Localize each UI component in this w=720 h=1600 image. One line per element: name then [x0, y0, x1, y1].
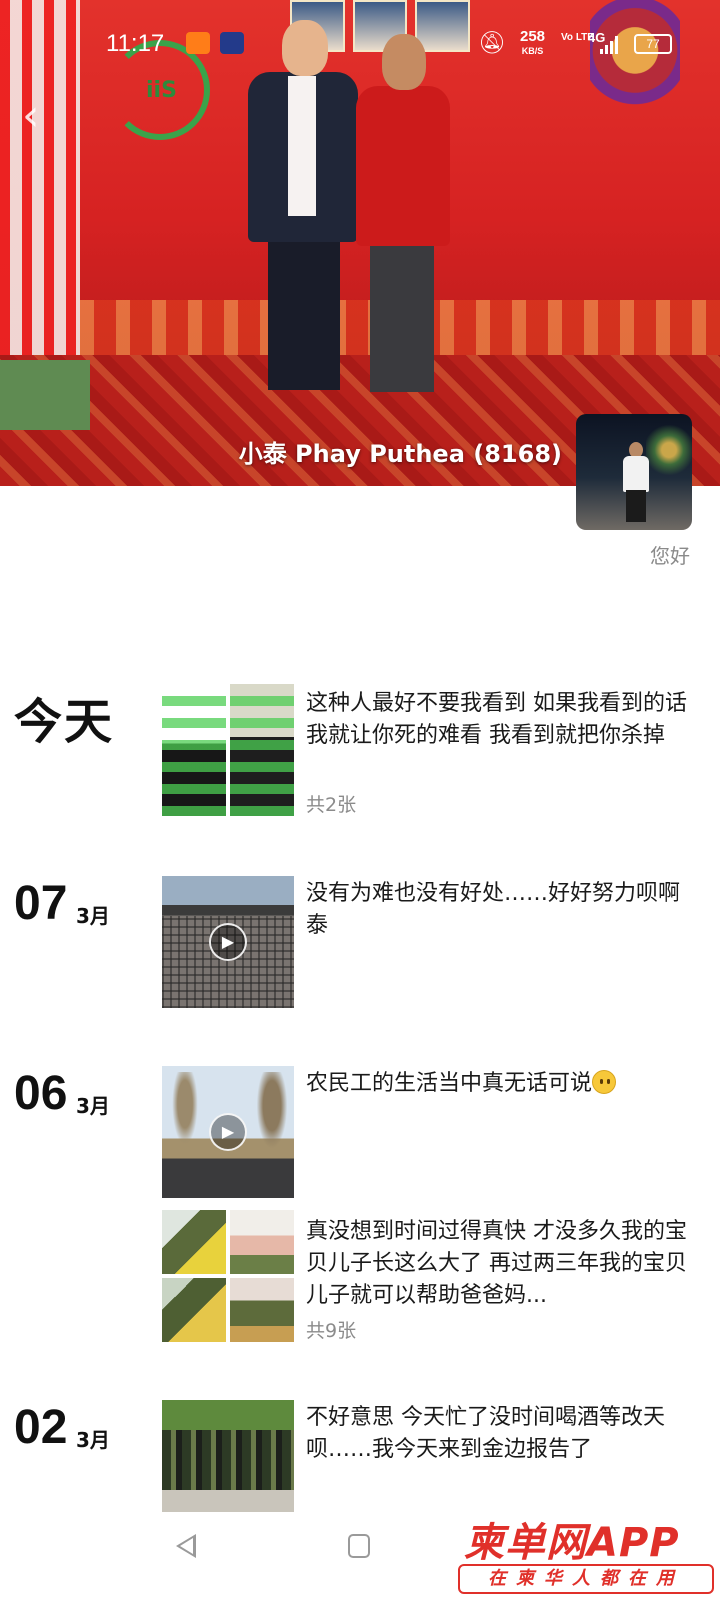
signal-icon	[600, 36, 622, 54]
play-icon: ▶	[209, 1113, 247, 1151]
post-thumbnail[interactable]	[162, 1400, 294, 1512]
avatar[interactable]	[576, 414, 692, 530]
back-icon[interactable]: ‹	[22, 90, 40, 141]
play-icon: ▶	[209, 923, 247, 961]
date-day: 07	[14, 877, 68, 930]
cover-person-suit	[244, 20, 362, 398]
post-thumbnail[interactable]	[230, 684, 294, 816]
post-thumbnail	[230, 1278, 294, 1342]
post-text[interactable]: 这种人最好不要我看到 如果我看到的话我就让你死的难看 我看到就把你杀掉	[306, 688, 698, 752]
date-day: 06	[14, 1067, 68, 1120]
watermark-slogan: 在柬华人都在用	[458, 1564, 714, 1594]
status-time: 11:17	[106, 30, 165, 57]
post-thumbnail[interactable]	[162, 684, 226, 816]
photo-grid[interactable]	[162, 1210, 294, 1342]
cover-grass	[0, 360, 90, 430]
photo-count: 共9张	[306, 1320, 357, 1342]
date-month: 3月	[76, 1428, 110, 1452]
nav-back-icon[interactable]	[176, 1534, 196, 1558]
cover-person-red-shirt	[356, 34, 450, 400]
post-text[interactable]: 真没想到时间过得真快 才没多久我的宝贝儿子长这么大了 再过两三年我的宝贝儿子就可…	[306, 1216, 698, 1312]
battery-icon: 77	[634, 34, 672, 54]
post-text[interactable]: 没有为难也没有好处……好好努力呗啊泰	[306, 878, 698, 942]
post-thumbnail	[162, 1278, 226, 1342]
photo-count: 共2张	[306, 794, 357, 816]
date-label: 今天	[14, 694, 115, 750]
video-thumbnail[interactable]: ▶	[162, 1066, 294, 1198]
network-speed: 258 KB/S	[520, 28, 546, 58]
date-month: 3月	[76, 904, 110, 928]
date-month: 3月	[76, 1094, 110, 1118]
profile-name: 小泰 Phay Puthea (8168)	[238, 440, 562, 468]
watermark-brand: 柬单网APP	[464, 1520, 680, 1566]
profile-signature: 您好	[650, 544, 690, 568]
date-day: 02	[14, 1401, 68, 1454]
post-text[interactable]: 农民工的生活当中真无话可说	[306, 1068, 698, 1100]
post-thumbnail	[230, 1210, 294, 1274]
watermark: 柬单网APP 在柬华人都在用	[458, 1510, 720, 1600]
post-text-content: 农民工的生活当中真无话可说	[306, 1071, 593, 1096]
nav-home-icon[interactable]	[348, 1534, 370, 1558]
emoji-neutral-icon	[592, 1070, 617, 1094]
post-text[interactable]: 不好意思 今天忙了没时间喝酒等改天呗……我今天来到金边报告了	[306, 1402, 698, 1466]
video-thumbnail[interactable]: ▶	[162, 876, 294, 1008]
status-bar: 11:17 🔕︎ 258 KB/S Vo LTE 4G 77	[0, 24, 720, 64]
network-speed-unit: KB/S	[521, 46, 544, 56]
notification-app-icon-2	[220, 32, 244, 54]
post-thumbnail	[162, 1210, 226, 1274]
notification-app-icon	[186, 32, 210, 54]
network-speed-value: 258	[520, 28, 546, 45]
mute-icon: 🔕︎	[478, 30, 506, 55]
